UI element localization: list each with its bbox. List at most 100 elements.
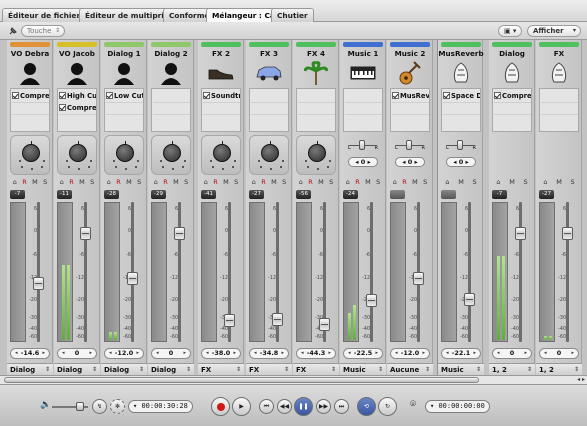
record-ready-icon[interactable]: ⌂ xyxy=(496,178,500,187)
strip-name[interactable]: FX 2 xyxy=(198,49,244,58)
decrement-arrow-icon[interactable]: ◂ xyxy=(206,349,209,358)
volume-value-field[interactable]: ◂ -22.1 ▸ xyxy=(441,348,481,359)
pan-control[interactable] xyxy=(104,135,144,175)
effect-enable-checkbox[interactable] xyxy=(106,92,113,99)
scroll-thumb[interactable] xyxy=(4,377,479,383)
balance-thumb[interactable] xyxy=(457,140,463,150)
empty-effect-slot[interactable] xyxy=(541,114,578,125)
increment-arrow-icon[interactable]: ▸ xyxy=(42,349,45,358)
decrement-arrow-icon[interactable]: ◂ xyxy=(15,349,18,358)
increment-arrow-icon[interactable]: ▸ xyxy=(524,349,527,358)
pan-knob[interactable] xyxy=(22,141,40,162)
volume-value-field[interactable]: ◂ -44.3 ▸ xyxy=(296,348,336,359)
go-to-start-button[interactable]: ⏮ xyxy=(259,399,274,414)
mute-button[interactable]: M xyxy=(458,178,464,187)
output-selector[interactable]: 1, 2 ⇕ xyxy=(489,363,535,375)
volume-fader[interactable] xyxy=(562,227,573,240)
solo-button[interactable]: S xyxy=(423,178,427,187)
volume-fader[interactable] xyxy=(464,293,475,306)
output-selector[interactable]: FX ⇕ xyxy=(246,363,292,375)
increment-arrow-icon[interactable]: ▸ xyxy=(375,349,378,358)
loop-button[interactable]: ⟲ xyxy=(357,397,376,416)
pan-control[interactable] xyxy=(296,135,336,175)
mute-button[interactable]: M xyxy=(412,178,418,187)
empty-effect-slot[interactable] xyxy=(443,102,480,113)
balance-control[interactable]: LR ◂ 0 ▸ xyxy=(390,135,430,175)
volume-value-field[interactable]: ◂ 0 ▸ xyxy=(151,348,191,359)
empty-effect-slot[interactable] xyxy=(203,114,240,125)
volume-fader[interactable] xyxy=(319,318,330,331)
pan-knob[interactable] xyxy=(163,141,181,162)
solo-button[interactable]: S xyxy=(571,178,575,187)
mute-button[interactable]: M xyxy=(32,178,38,187)
output-selector[interactable]: Dialog ⇕ xyxy=(54,363,100,375)
empty-effect-slot[interactable] xyxy=(251,102,288,113)
increment-arrow-icon[interactable]: ▸ xyxy=(422,349,425,358)
pan-control[interactable] xyxy=(10,135,50,175)
solo-button[interactable]: S xyxy=(137,178,141,187)
decrement-arrow-icon[interactable]: ◂ xyxy=(544,349,547,358)
decrement-arrow-icon[interactable]: ◂ xyxy=(301,349,304,358)
strip-name[interactable]: FX 3 xyxy=(246,49,292,58)
increment-arrow-icon[interactable]: ▸ xyxy=(136,349,139,358)
effects-box[interactable]: Low Cut xyxy=(104,88,144,132)
volume-value-field[interactable]: ◂ -12.0 ▸ xyxy=(390,348,430,359)
scrub-button[interactable]: ↯ xyxy=(92,399,107,414)
mute-button[interactable]: M xyxy=(79,178,85,187)
effect-enable-checkbox[interactable] xyxy=(392,92,399,99)
solo-button[interactable]: S xyxy=(376,178,380,187)
empty-effect-slot[interactable] xyxy=(345,102,382,113)
strip-name[interactable]: Dialog 1 xyxy=(101,49,147,58)
record-ready-icon[interactable]: ⌂ xyxy=(60,178,64,187)
strip-name[interactable]: Music 1 xyxy=(340,49,386,58)
balance-thumb[interactable] xyxy=(359,140,365,150)
record-arm-button[interactable]: R xyxy=(261,178,266,187)
output-selector[interactable]: 1, 2 ⇕ xyxy=(536,363,582,375)
decrement-arrow-icon[interactable]: ◂ xyxy=(156,349,159,358)
output-selector[interactable]: Music ⇕ xyxy=(340,363,386,375)
decrement-arrow-icon[interactable]: ◂ xyxy=(446,349,449,358)
effect-enable-checkbox[interactable] xyxy=(12,92,19,99)
effects-box[interactable] xyxy=(296,88,336,132)
effects-box[interactable] xyxy=(249,88,289,132)
empty-effect-slot[interactable] xyxy=(106,102,143,113)
balance-value-field[interactable]: ◂ 0 ▸ xyxy=(348,157,378,167)
increment-arrow-icon[interactable]: ▸ xyxy=(233,349,236,358)
solo-button[interactable]: S xyxy=(90,178,94,187)
afficher-popup[interactable]: Afficher ▾ xyxy=(527,25,581,37)
volume-value-field[interactable]: ◂ -22.5 ▸ xyxy=(343,348,383,359)
effect-slot[interactable]: Low Cut xyxy=(106,90,143,101)
record-arm-button[interactable]: R xyxy=(22,178,27,187)
decrement-arrow-icon[interactable]: ◂ xyxy=(62,349,65,358)
strip-name[interactable]: VO Jacob xyxy=(54,49,100,58)
empty-effect-slot[interactable] xyxy=(392,102,429,113)
effects-box[interactable]: Compres xyxy=(492,88,532,132)
volume-fader[interactable] xyxy=(174,227,185,240)
play-button[interactable]: ▶ xyxy=(232,397,251,416)
mute-button[interactable]: M xyxy=(173,178,179,187)
record-arm-button[interactable]: R xyxy=(402,178,407,187)
pan-knob[interactable] xyxy=(261,141,279,162)
increment-arrow-icon[interactable]: ▸ xyxy=(473,349,476,358)
empty-effect-slot[interactable] xyxy=(345,114,382,125)
output-selector[interactable]: Music ⇕ xyxy=(438,363,484,375)
output-volume-thumb[interactable] xyxy=(76,402,84,411)
pan-control[interactable] xyxy=(249,135,289,175)
effect-slot[interactable]: Compres xyxy=(12,90,49,101)
effects-box[interactable] xyxy=(343,88,383,132)
solo-button[interactable]: S xyxy=(473,178,477,187)
volume-fader[interactable] xyxy=(33,277,44,290)
pan-control[interactable] xyxy=(201,135,241,175)
record-ready-icon[interactable]: ⌂ xyxy=(154,178,158,187)
pan-control[interactable] xyxy=(57,135,97,175)
tab-bin[interactable]: Chutier xyxy=(271,8,314,22)
strip-name[interactable]: MusReverb xyxy=(438,49,484,58)
decrement-arrow-icon[interactable]: ◂ xyxy=(395,349,398,358)
fast-forward-button[interactable]: ▶▶ xyxy=(316,399,331,414)
volume-fader[interactable] xyxy=(224,314,235,327)
effect-enable-checkbox[interactable] xyxy=(59,92,66,99)
mute-button[interactable]: M xyxy=(318,178,324,187)
record-button[interactable] xyxy=(211,397,230,416)
volume-value-field[interactable]: ◂ -12.0 ▸ xyxy=(104,348,144,359)
effects-box[interactable] xyxy=(539,88,579,132)
